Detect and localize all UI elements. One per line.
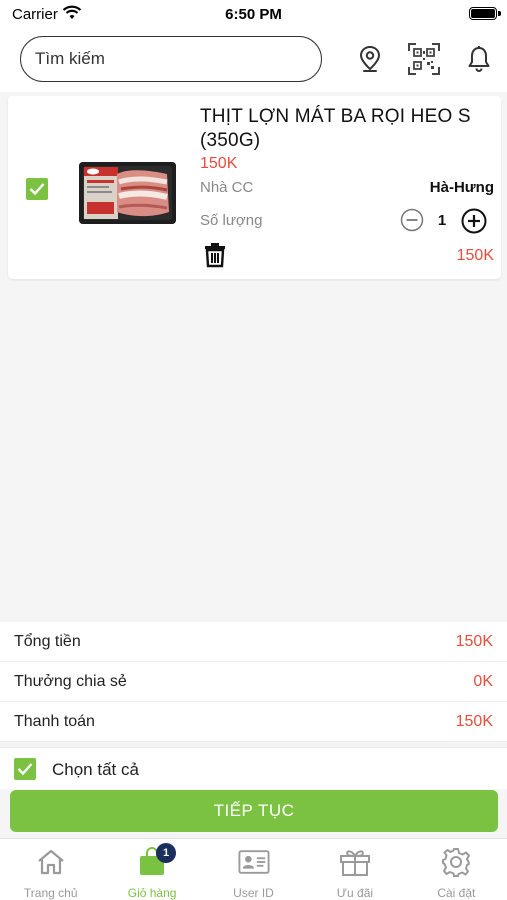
summary-value: 0K — [473, 672, 493, 690]
summary-label: Tổng tiền — [14, 632, 81, 650]
supplier-label: Nhà CC — [200, 179, 254, 196]
unit-price: 150K — [200, 155, 238, 172]
item-checkbox[interactable] — [26, 178, 48, 200]
summary-label: Thanh toán — [14, 712, 95, 730]
home-icon — [35, 847, 67, 877]
summary-row-payment: Thanh toán 150K — [0, 702, 507, 742]
delete-item-button[interactable] — [204, 242, 226, 268]
summary-row-total: Tổng tiền 150K — [0, 622, 507, 662]
quantity-value: 1 — [437, 212, 447, 229]
tab-cart[interactable]: 1 Giỏ hàng — [101, 839, 202, 900]
product-image[interactable] — [79, 162, 176, 224]
supplier-name: Hà-Hưng — [429, 179, 494, 196]
summary-value: 150K — [455, 712, 493, 730]
tab-label: Trang chủ — [23, 886, 78, 900]
select-all-row: Chọn tất cả — [0, 747, 507, 789]
product-name[interactable]: THỊT LỢN MÁT BA RỌI HEO S (350G) — [200, 105, 495, 153]
quantity-increase-button[interactable] — [461, 208, 487, 234]
tab-label: Giỏ hàng — [127, 886, 177, 900]
summary-label: Thưởng chia sẻ — [14, 672, 127, 690]
tab-label: User ID — [233, 886, 274, 900]
header — [0, 30, 507, 92]
summary-value: 150K — [455, 632, 493, 650]
tab-label: Ưu đãi — [336, 886, 374, 900]
summary-row-share-reward: Thưởng chia sẻ 0K — [0, 662, 507, 702]
qr-code-icon[interactable] — [408, 43, 440, 75]
select-all-checkbox[interactable] — [14, 758, 36, 780]
gift-icon — [339, 847, 371, 877]
tab-home[interactable]: Trang chủ — [0, 839, 101, 900]
cart-count-badge: 1 — [156, 843, 177, 863]
line-total: 150K — [456, 247, 494, 264]
cart-item-card: THỊT LỢN MÁT BA RỌI HEO S (350G) 150K Nh… — [8, 96, 501, 279]
clock: 6:50 PM — [225, 6, 282, 23]
tab-bar: Trang chủ 1 Giỏ hàng User ID Ưu đãi Cài … — [0, 838, 507, 900]
quantity-label: Số lượng — [200, 212, 263, 229]
select-all-label[interactable]: Chọn tất cả — [52, 760, 139, 780]
battery-icon — [469, 7, 501, 20]
tab-settings[interactable]: Cài đặt — [406, 839, 507, 900]
status-bar: Carrier 6:50 PM — [0, 0, 507, 30]
gear-icon — [440, 847, 472, 877]
continue-button[interactable]: TIẾP TỤC — [10, 790, 498, 832]
tab-label: Cài đặt — [437, 886, 476, 900]
id-card-icon — [237, 847, 270, 877]
cart-icon: 1 — [136, 843, 177, 877]
bell-icon[interactable] — [464, 44, 494, 74]
search-input[interactable] — [20, 36, 322, 82]
tab-offers[interactable]: Ưu đãi — [304, 839, 405, 900]
tab-user-id[interactable]: User ID — [203, 839, 304, 900]
order-summary: Tổng tiền 150K Thưởng chia sẻ 0K Thanh t… — [0, 622, 507, 742]
quantity-decrease-button[interactable] — [400, 208, 424, 232]
location-pin-icon[interactable] — [355, 44, 385, 74]
